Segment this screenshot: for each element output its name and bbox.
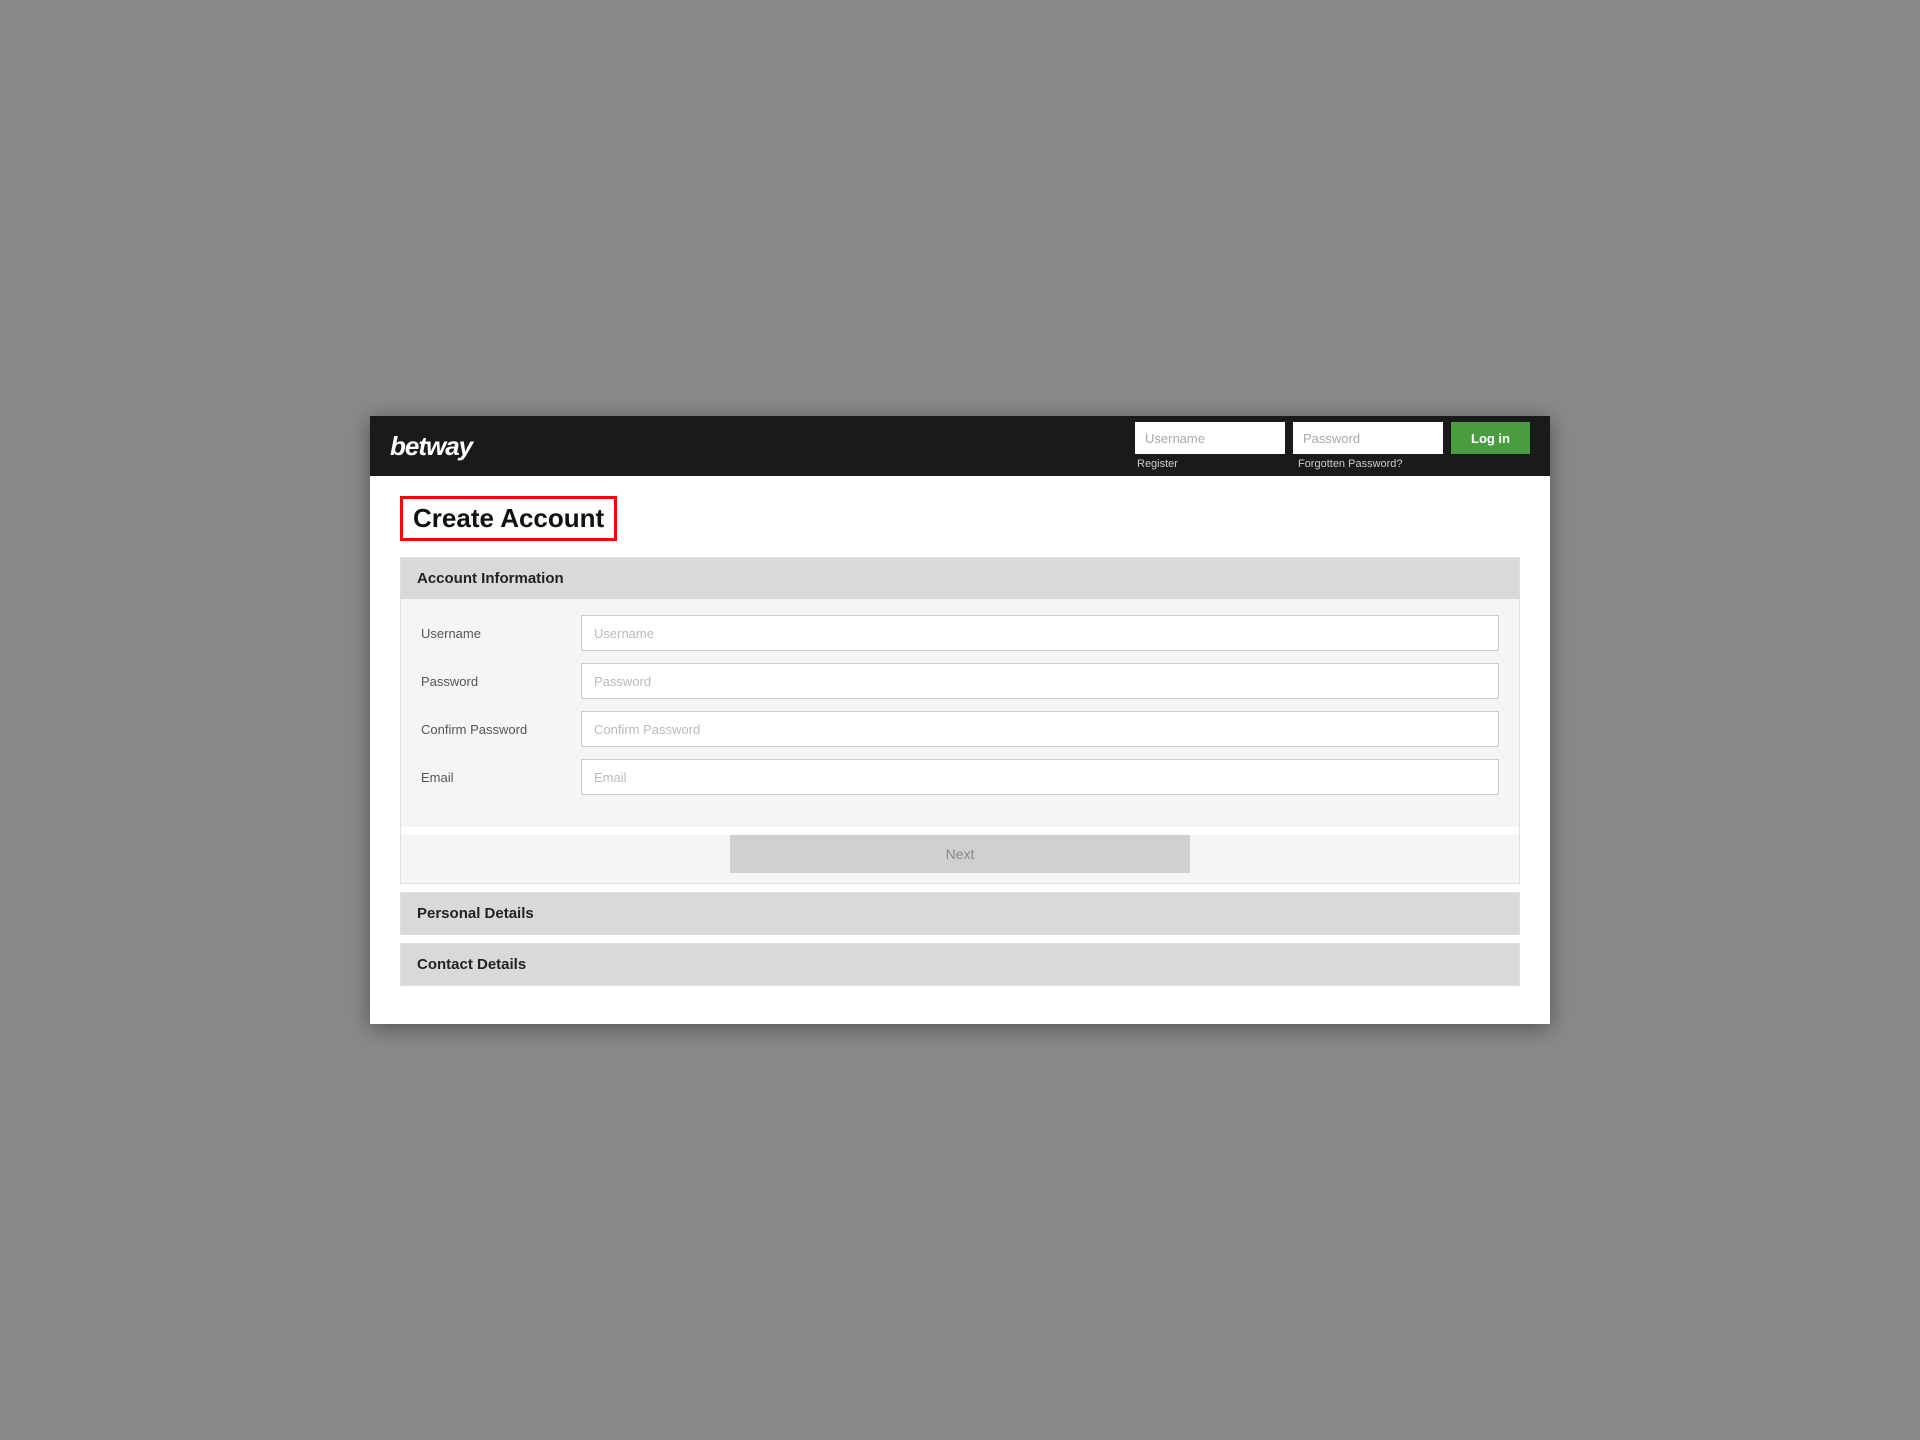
username-row: Username — [421, 615, 1499, 651]
next-button[interactable]: Next — [730, 835, 1190, 873]
personal-details-section: Personal Details — [400, 892, 1520, 935]
login-button[interactable]: Log in — [1451, 422, 1530, 454]
logo: betway — [390, 431, 472, 462]
account-information-header: Account Information — [401, 558, 1519, 599]
nav-right: Log in Register Forgotten Password? — [1135, 422, 1530, 470]
email-label: Email — [421, 770, 581, 785]
browser-window: betway Log in Register Forgotten Passwor… — [370, 416, 1550, 1024]
contact-details-header[interactable]: Contact Details — [400, 943, 1520, 986]
nav-password-input[interactable] — [1293, 422, 1443, 454]
email-row: Email — [421, 759, 1499, 795]
navbar: betway Log in Register Forgotten Passwor… — [370, 416, 1550, 476]
personal-details-header[interactable]: Personal Details — [400, 892, 1520, 935]
password-label: Password — [421, 674, 581, 689]
account-information-body: Username Password Confirm Password Email — [401, 599, 1519, 827]
next-btn-wrapper: Next — [401, 835, 1519, 883]
register-link[interactable]: Register — [1137, 458, 1178, 470]
nav-username-input[interactable] — [1135, 422, 1285, 454]
username-input[interactable] — [581, 615, 1499, 651]
confirm-password-input[interactable] — [581, 711, 1499, 747]
password-row: Password — [421, 663, 1499, 699]
username-label: Username — [421, 626, 581, 641]
contact-details-section: Contact Details — [400, 943, 1520, 986]
page-title: Create Account — [400, 496, 617, 541]
confirm-password-row: Confirm Password — [421, 711, 1499, 747]
main-content: Create Account Account Information Usern… — [370, 476, 1550, 1024]
account-information-section: Account Information Username Password Co… — [400, 557, 1520, 884]
password-input[interactable] — [581, 663, 1499, 699]
email-input[interactable] — [581, 759, 1499, 795]
confirm-password-label: Confirm Password — [421, 722, 581, 737]
forgotten-password-link[interactable]: Forgotten Password? — [1298, 458, 1403, 470]
